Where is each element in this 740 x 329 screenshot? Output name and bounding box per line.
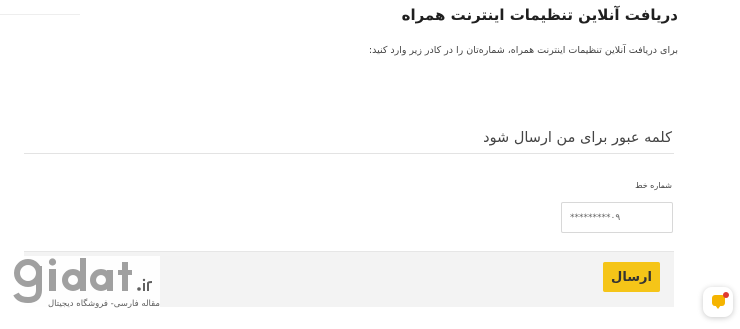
form-section-title: کلمه عبور برای من ارسال شود — [483, 130, 672, 146]
notification-dot — [723, 292, 729, 298]
phone-number-input[interactable] — [561, 202, 673, 233]
section-divider — [24, 153, 674, 154]
page-title: دریافت آنلاین تنظیمات اینترنت همراه — [401, 6, 678, 24]
watermark-tagline: مقاله فارسی- فروشگاه دیجیتال — [48, 299, 160, 309]
submit-button[interactable]: ارسال — [603, 262, 660, 292]
top-divider — [0, 0, 80, 15]
chat-widget-button[interactable] — [703, 287, 733, 317]
gidat-watermark-logo: مقاله فارسی- فروشگاه دیجیتال — [8, 256, 160, 316]
phone-field-label: شماره خط — [635, 181, 672, 190]
page-subtitle: برای دریافت آنلاین تنظیمات اینترنت همراه… — [368, 45, 678, 56]
